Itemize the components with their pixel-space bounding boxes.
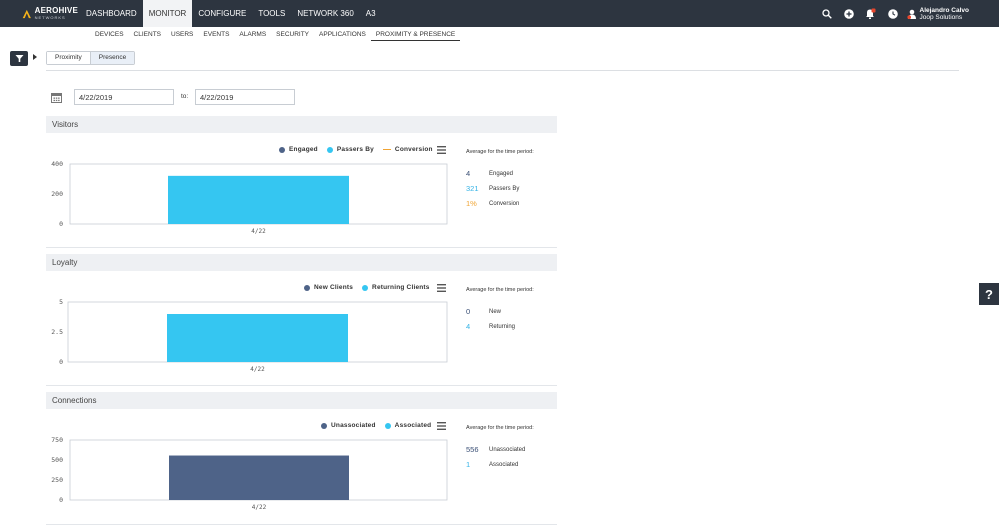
to-label: to: bbox=[181, 93, 189, 100]
loyalty-panel: Loyalty New Clients Returning Clients Av… bbox=[46, 254, 557, 386]
y-tick-label: 250 bbox=[51, 476, 63, 484]
subnav-item-users[interactable]: USERS bbox=[166, 29, 198, 41]
x-tick-label: 4/22 bbox=[251, 228, 266, 235]
stat-label: New bbox=[489, 308, 502, 315]
stat-conversion: 1% Conversion bbox=[466, 199, 519, 208]
start-date-input[interactable] bbox=[74, 89, 174, 105]
average-title: Average for the time period: bbox=[466, 425, 534, 431]
average-title: Average for the time period: bbox=[466, 149, 534, 155]
calendar-icon[interactable] bbox=[51, 92, 62, 103]
bar-unassociated bbox=[169, 455, 349, 500]
expand-filter-arrow-icon[interactable] bbox=[33, 54, 37, 60]
logo-text: AEROHIVE bbox=[34, 6, 78, 15]
end-date-input[interactable] bbox=[195, 89, 295, 105]
tab-proximity[interactable]: Proximity bbox=[47, 52, 90, 64]
stat-engaged: 4 Engaged bbox=[466, 169, 513, 178]
top-bar: AEROHIVE NETWORKS DASHBOARD MONITOR CONFIG… bbox=[0, 0, 999, 27]
clock-icon[interactable] bbox=[887, 8, 899, 20]
nav-item-network-360[interactable]: NETWORK 360 bbox=[291, 0, 359, 27]
bar-returning-clients bbox=[167, 314, 348, 362]
stat-label: Passers By bbox=[489, 185, 520, 192]
user-avatar-icon bbox=[906, 9, 916, 19]
tab-presence[interactable]: Presence bbox=[89, 52, 135, 64]
stat-new: 0 New bbox=[466, 307, 501, 316]
subnav-item-security[interactable]: SECURITY bbox=[271, 29, 314, 41]
y-tick-label: 500 bbox=[51, 456, 63, 464]
stat-value: 321 bbox=[466, 184, 479, 193]
proximity-presence-tabs: Proximity Presence bbox=[46, 51, 136, 65]
subnav-item-proximity-presence[interactable]: PROXIMITY & PRESENCE bbox=[370, 29, 461, 41]
y-tick-label: 200 bbox=[51, 190, 63, 198]
monitor-subnav: DEVICES CLIENTS USERS EVENTS ALARMS SECURITY A… bbox=[90, 29, 461, 41]
stat-label: Unassociated bbox=[489, 446, 526, 453]
connections-chart: 0 250 500 750 4/22 bbox=[51, 436, 448, 511]
bar-passers-by bbox=[168, 175, 349, 224]
y-tick-label: 5 bbox=[59, 298, 63, 306]
y-tick-label: 0 bbox=[59, 220, 63, 228]
main-nav: DASHBOARD MONITOR CONFIGURE TOOLS NETWORK 36… bbox=[80, 0, 382, 27]
x-tick-label: 4/22 bbox=[252, 504, 267, 511]
stat-value: 556 bbox=[466, 445, 479, 454]
stat-value: 4 bbox=[466, 169, 471, 178]
stat-label: Returning bbox=[489, 323, 516, 330]
nav-item-configure[interactable]: CONFIGURE bbox=[192, 0, 252, 27]
stat-value: 1 bbox=[466, 460, 471, 469]
nav-item-dashboard[interactable]: DASHBOARD bbox=[80, 0, 143, 27]
stat-unassociated: 556 Unassociated bbox=[466, 445, 525, 454]
stat-label: Engaged bbox=[489, 170, 514, 177]
y-tick-label: 750 bbox=[51, 436, 63, 444]
filter-icon bbox=[15, 55, 23, 62]
aerohive-logo-icon bbox=[22, 9, 31, 18]
stat-value: 1% bbox=[466, 199, 477, 208]
add-icon[interactable] bbox=[843, 8, 855, 20]
search-icon[interactable] bbox=[821, 8, 833, 20]
subnav-item-alarms[interactable]: ALARMS bbox=[234, 29, 271, 41]
stat-value: 0 bbox=[466, 307, 471, 316]
notification-bell-icon[interactable] bbox=[865, 8, 877, 20]
top-right-tools: Alejandro Calvo Joop Solutions bbox=[811, 0, 969, 27]
user-name: Alejandro Calvo bbox=[919, 6, 969, 14]
nav-item-a3[interactable]: A3 bbox=[360, 0, 382, 27]
nav-item-monitor[interactable]: MONITOR bbox=[142, 0, 193, 27]
stat-associated: 1 Associated bbox=[466, 460, 518, 469]
visitors-panel: Visitors Engaged Passers By Conversion A… bbox=[46, 116, 557, 248]
y-tick-label: 2.5 bbox=[51, 328, 63, 336]
user-menu[interactable]: Alejandro Calvo Joop Solutions bbox=[906, 6, 969, 21]
logo-subtext: NETWORKS bbox=[34, 15, 66, 20]
y-tick-label: 400 bbox=[51, 160, 63, 168]
loyalty-chart: 0 2.5 5 4/22 bbox=[51, 298, 448, 373]
subnav-item-clients[interactable]: CLIENTS bbox=[129, 29, 166, 41]
user-org: Joop Solutions bbox=[919, 13, 963, 21]
average-title: Average for the time period: bbox=[466, 287, 534, 293]
divider bbox=[46, 70, 959, 71]
aerohive-logo[interactable]: AEROHIVE NETWORKS bbox=[0, 0, 78, 27]
subnav-item-applications[interactable]: APPLICATIONS bbox=[314, 29, 371, 41]
stat-label: Conversion bbox=[489, 200, 520, 207]
stat-returning: 4 Returning bbox=[466, 322, 515, 331]
subnav-item-events[interactable]: EVENTS bbox=[198, 29, 234, 41]
nav-item-tools[interactable]: TOOLS bbox=[252, 0, 291, 27]
visitors-chart: 0 200 400 4/22 bbox=[51, 160, 448, 235]
subnav-item-devices[interactable]: DEVICES bbox=[90, 29, 129, 41]
stat-label: Associated bbox=[489, 461, 519, 468]
stat-value: 4 bbox=[466, 322, 471, 331]
help-button[interactable]: ? bbox=[979, 283, 999, 305]
connections-panel: Connections Unassociated Associated Aver… bbox=[46, 392, 557, 525]
y-tick-label: 0 bbox=[59, 358, 63, 366]
filter-button[interactable] bbox=[10, 51, 28, 66]
stat-passers-by: 321 Passers By bbox=[466, 184, 519, 193]
x-tick-label: 4/22 bbox=[250, 366, 265, 373]
y-tick-label: 0 bbox=[59, 496, 63, 504]
